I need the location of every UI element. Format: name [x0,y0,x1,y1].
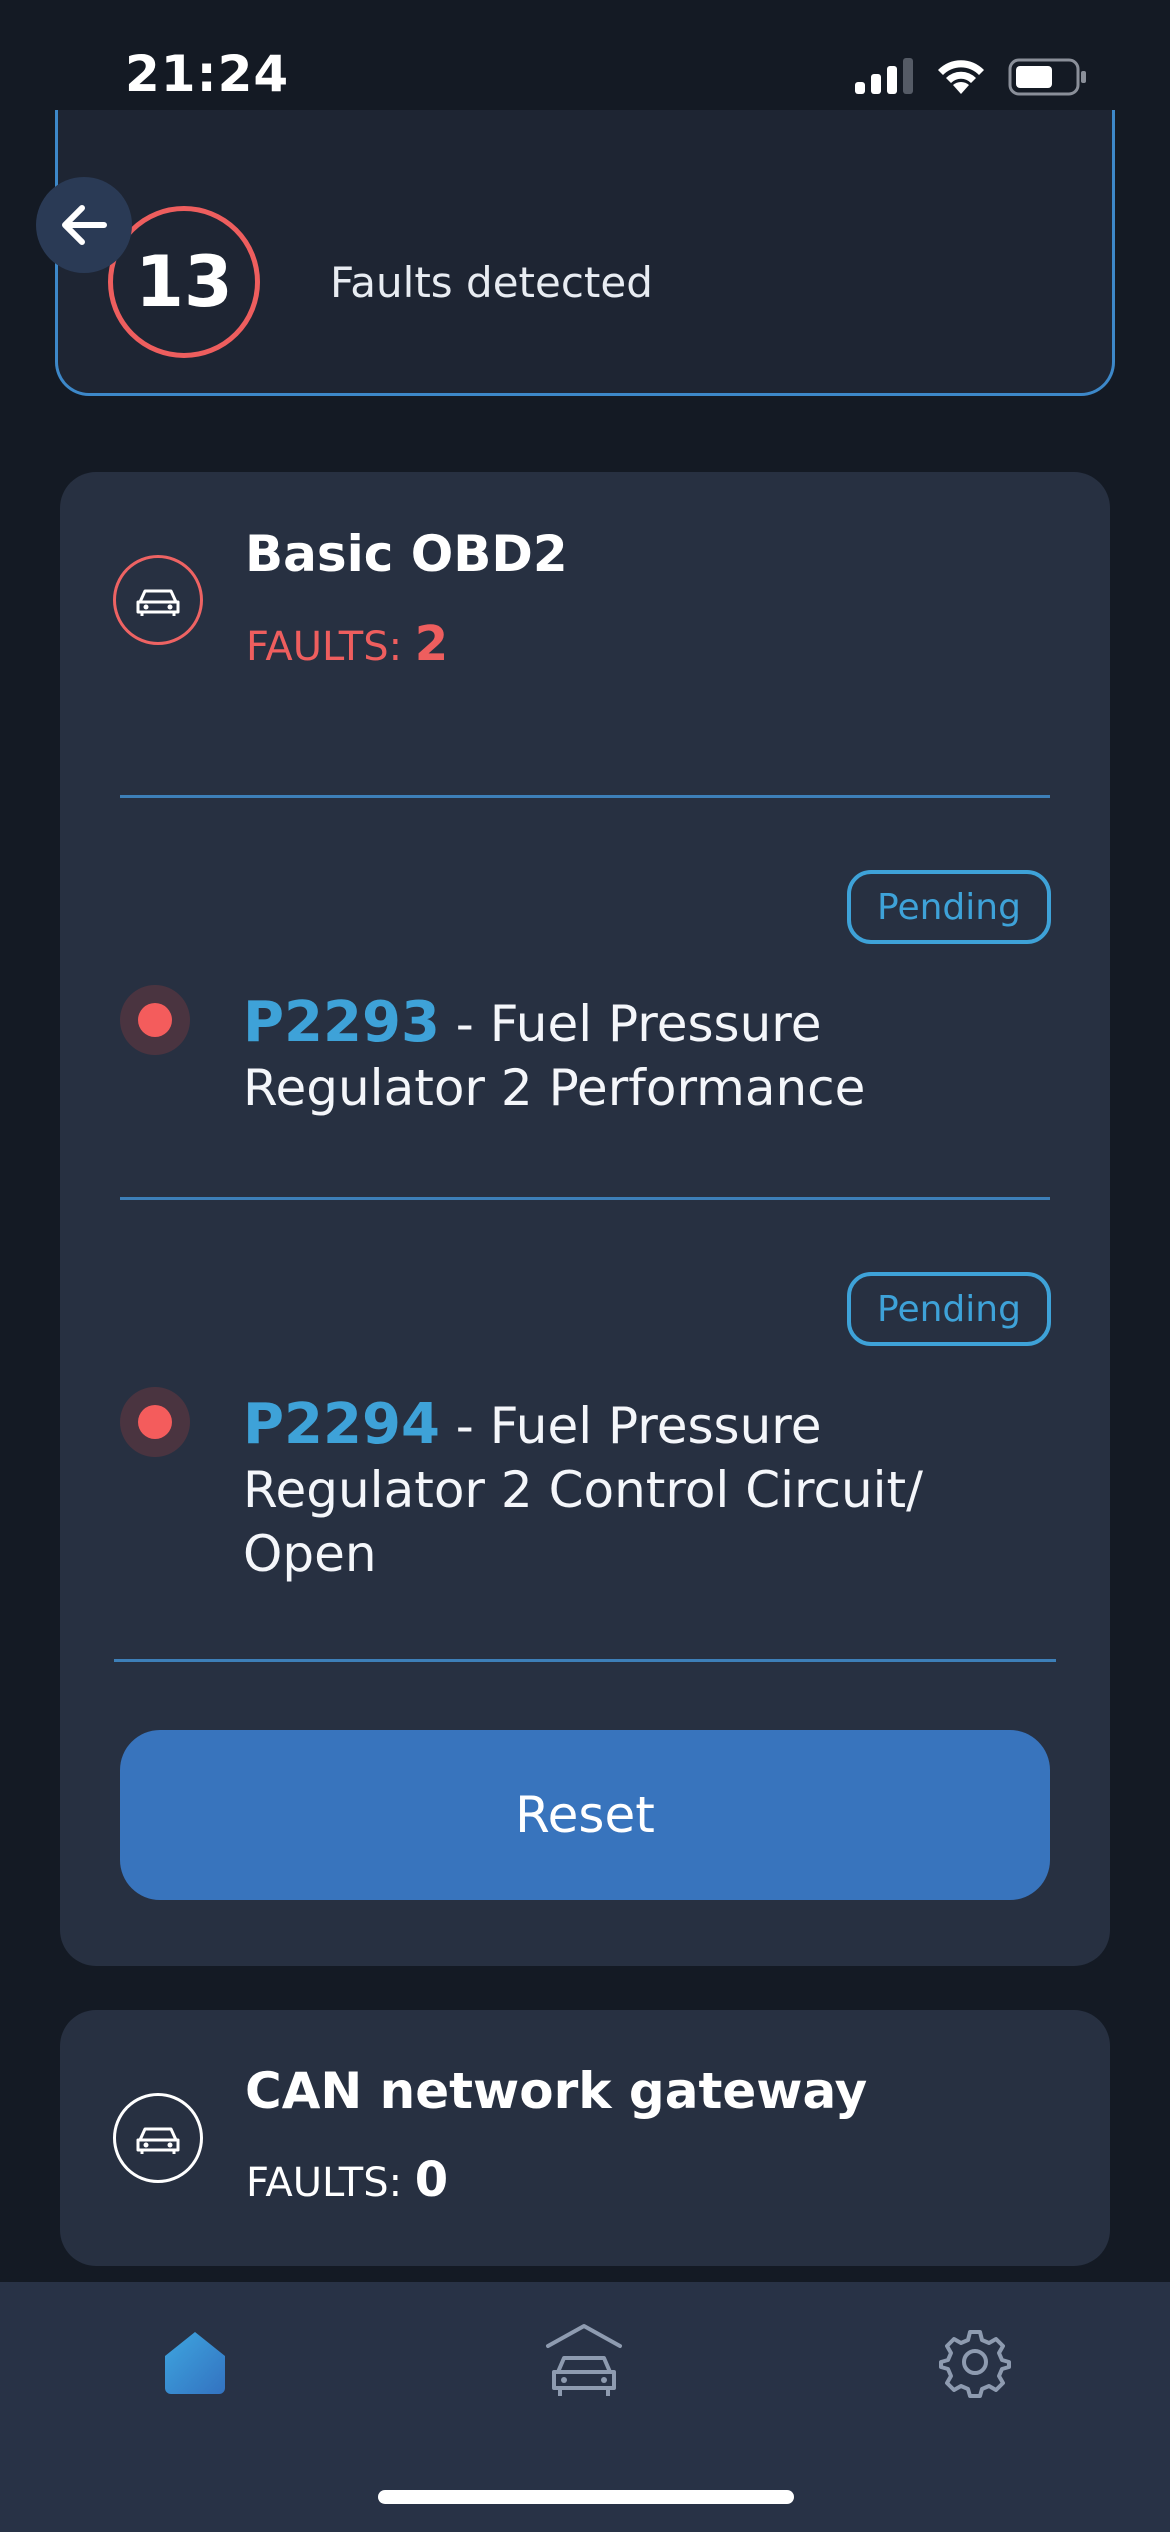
divider [114,1659,1056,1662]
status-badge: Pending [847,870,1051,944]
fault-indicator-dot [120,985,190,1055]
nav-home[interactable] [145,2312,245,2412]
fault-item-p2293[interactable]: P2293 - Fuel Pressure Regulator 2 Perfor… [243,991,1043,1120]
module-title: CAN network gateway [245,2062,868,2120]
home-icon [165,2332,225,2394]
module-faults-label: FAULTS: 2 [246,616,448,672]
back-button[interactable] [36,177,132,273]
gear-icon [939,2330,1011,2398]
reset-button[interactable]: Reset [120,1730,1050,1900]
faults-count: 2 [414,616,449,672]
module-title: Basic OBD2 [245,525,568,583]
battery-icon [1008,58,1086,96]
garage-car-icon [546,2324,622,2396]
divider [120,1197,1050,1200]
nav-settings[interactable] [925,2312,1025,2412]
home-indicator[interactable] [378,2490,794,2504]
nav-vehicle[interactable] [534,2312,634,2412]
car-icon [113,2093,203,2183]
faults-detected-label: Faults detected [330,258,653,307]
faults-label-text: FAULTS: [246,624,415,670]
back-arrow-icon [62,205,107,245]
cellular-signal-icon [855,58,915,94]
fault-code: P2294 [243,1392,440,1457]
fault-code: P2293 [243,990,440,1055]
module-card-can-gateway[interactable] [60,2010,1110,2266]
car-icon [113,555,203,645]
status-badge: Pending [847,1272,1051,1346]
fault-item-p2294[interactable]: P2294 - Fuel Pressure Regulator 2 Contro… [243,1393,1003,1586]
faults-label-text: FAULTS: [246,2160,415,2206]
divider [120,795,1050,798]
module-faults-label: FAULTS: 0 [246,2152,448,2208]
wifi-icon [938,60,984,94]
faults-count: 0 [414,2152,449,2208]
status-time: 21:24 [125,45,290,103]
fault-indicator-dot [120,1387,190,1457]
